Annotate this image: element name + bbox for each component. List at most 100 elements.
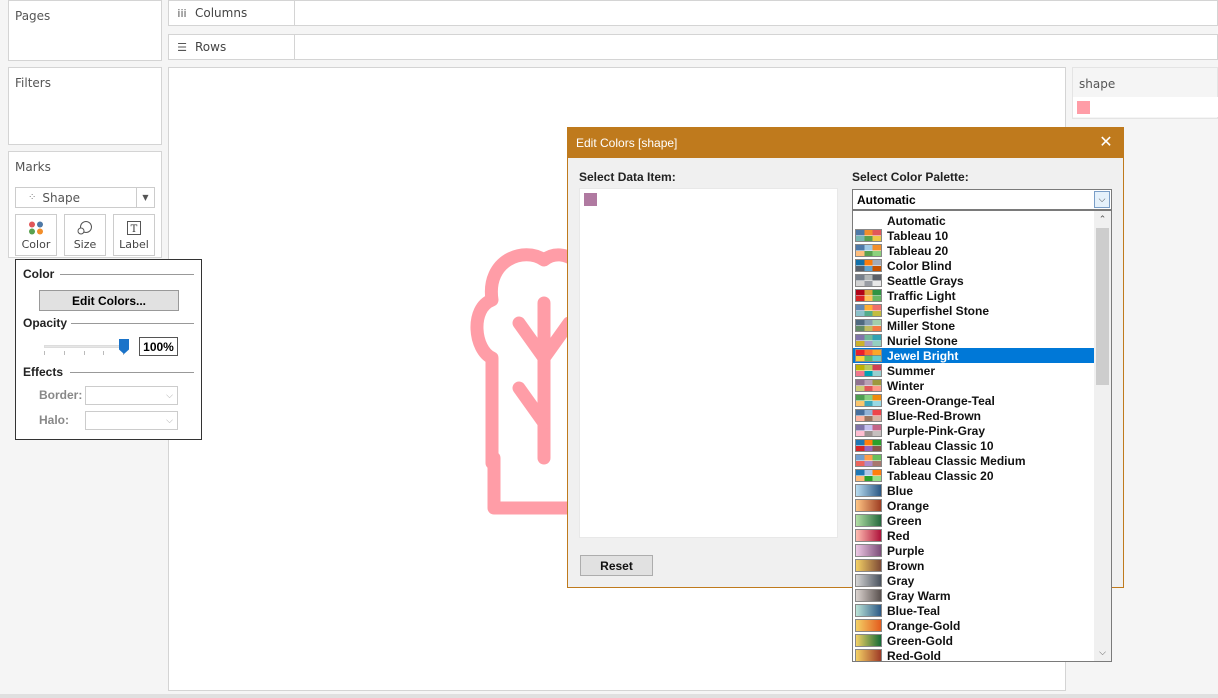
columns-label: Columns [195, 6, 248, 20]
scroll-down-icon[interactable]: ⌵ [1094, 644, 1111, 661]
opacity-slider-track[interactable] [44, 345, 124, 348]
marks-card: Marks ⁘ Shape ▼ Color Size T Label [8, 151, 162, 258]
palette-option-label: Purple-Pink-Gray [887, 424, 986, 438]
data-item-list[interactable] [579, 188, 838, 538]
palette-option-label: Seattle Grays [887, 274, 964, 288]
palette-option[interactable]: Gray Warm [853, 588, 1095, 603]
opacity-value-field[interactable]: 100% [139, 337, 178, 356]
palette-swatch [855, 349, 882, 362]
data-item-label: Select Data Item: [579, 170, 676, 184]
palette-option-label: Tableau Classic 10 [887, 439, 994, 453]
palette-option-label: Tableau 20 [887, 244, 949, 258]
scrollbar-thumb[interactable] [1096, 228, 1109, 385]
palette-option[interactable]: Blue-Teal [853, 603, 1095, 618]
halo-select[interactable]: ⌵ [85, 411, 178, 430]
palette-option[interactable]: Green [853, 513, 1095, 528]
palette-option[interactable]: Seattle Grays [853, 273, 1095, 288]
palette-option[interactable]: Superfishel Stone [853, 303, 1095, 318]
palette-option[interactable]: Tableau 20 [853, 243, 1095, 258]
palette-dropdown-list[interactable]: Automatic Tableau 10 Tableau 20 Color Blind… [852, 210, 1112, 662]
palette-option[interactable]: Winter [853, 378, 1095, 393]
palette-option-label: Green [887, 514, 922, 528]
palette-option-label: Red [887, 529, 910, 543]
size-mark-label: Size [73, 238, 97, 251]
palette-option-label: Green-Gold [887, 634, 954, 648]
border-label: Border: [39, 388, 83, 402]
mark-type-dropdown[interactable]: ⁘ Shape ▼ [15, 187, 155, 208]
palette-option[interactable]: Automatic [853, 213, 1095, 228]
rows-shelf-label: ☰ Rows [169, 35, 295, 59]
pages-title: Pages [15, 9, 51, 23]
rows-label: Rows [195, 40, 227, 54]
columns-shelf[interactable]: iii Columns [168, 0, 1218, 26]
close-icon[interactable]: ✕ [1097, 133, 1115, 151]
palette-label: Select Color Palette: [852, 170, 969, 184]
palette-option[interactable]: Green-Gold [853, 633, 1095, 648]
palette-option[interactable]: Gray [853, 573, 1095, 588]
palette-option[interactable]: Miller Stone [853, 318, 1095, 333]
border-select[interactable]: ⌵ [85, 386, 178, 405]
palette-swatch [855, 469, 882, 482]
palette-swatch [855, 634, 882, 647]
size-mark-button[interactable]: Size [64, 214, 106, 256]
palette-option[interactable]: Tableau Classic 10 [853, 438, 1095, 453]
opacity-slider-ticks [44, 351, 124, 356]
data-item-swatch[interactable] [584, 193, 597, 206]
palette-option[interactable]: Nuriel Stone [853, 333, 1095, 348]
status-bar [0, 694, 1218, 698]
palette-option[interactable]: Brown [853, 558, 1095, 573]
palette-option-label: Jewel Bright [887, 349, 959, 363]
palette-option[interactable]: Tableau 10 [853, 228, 1095, 243]
legend-swatch [1077, 101, 1090, 114]
legend-title: shape [1079, 77, 1116, 91]
palette-swatch [855, 394, 882, 407]
palette-select[interactable]: Automatic ⌵ [852, 189, 1112, 210]
palette-option[interactable]: Red-Gold [853, 648, 1095, 661]
palette-option-label: Purple [887, 544, 925, 558]
palette-option[interactable]: Summer [853, 363, 1095, 378]
chevron-down-icon[interactable]: ▼ [136, 188, 154, 207]
label-mark-button[interactable]: T Label [113, 214, 155, 256]
legend-item[interactable] [1073, 97, 1218, 117]
palette-option[interactable]: Orange-Gold [853, 618, 1095, 633]
effects-heading: Effects [23, 365, 64, 379]
palette-option[interactable]: Red [853, 528, 1095, 543]
rows-shelf[interactable]: ☰ Rows [168, 34, 1218, 60]
palette-option[interactable]: Traffic Light [853, 288, 1095, 303]
palette-option[interactable]: Blue [853, 483, 1095, 498]
halo-label: Halo: [39, 413, 69, 427]
color-mark-button[interactable]: Color [15, 214, 57, 256]
palette-swatch [855, 259, 882, 272]
palette-swatch [855, 274, 882, 287]
palette-option[interactable]: Tableau Classic 20 [853, 468, 1095, 483]
palette-swatch [855, 319, 882, 332]
divider [71, 323, 194, 324]
scrollbar[interactable]: ⌃ ⌵ [1094, 211, 1111, 661]
edit-colors-button[interactable]: Edit Colors... [39, 290, 179, 311]
palette-option[interactable]: Green-Orange-Teal [853, 393, 1095, 408]
palette-option[interactable]: Blue-Red-Brown [853, 408, 1095, 423]
palette-swatch [855, 454, 882, 467]
palette-swatch [855, 424, 882, 437]
palette-select-value: Automatic [857, 193, 916, 207]
label-mark-label: Label [119, 238, 149, 251]
palette-option[interactable]: Purple-Pink-Gray [853, 423, 1095, 438]
mark-type-label: Shape [42, 190, 80, 205]
dialog-titlebar[interactable]: Edit Colors [shape] [568, 128, 1123, 158]
palette-swatch [855, 544, 882, 557]
palette-option[interactable]: Orange [853, 498, 1095, 513]
palette-swatch [855, 589, 882, 602]
palette-swatch [855, 244, 882, 257]
palette-option[interactable]: Jewel Bright [853, 348, 1095, 363]
chevron-down-icon[interactable]: ⌵ [1094, 191, 1110, 208]
palette-option[interactable]: Tableau Classic Medium [853, 453, 1095, 468]
columns-shelf-label: iii Columns [169, 1, 295, 25]
divider [70, 372, 194, 373]
palette-swatch [855, 514, 882, 527]
scroll-up-icon[interactable]: ⌃ [1094, 211, 1111, 228]
palette-option[interactable]: Color Blind [853, 258, 1095, 273]
palette-swatch [855, 229, 882, 242]
palette-option-label: Orange-Gold [887, 619, 961, 633]
palette-option[interactable]: Purple [853, 543, 1095, 558]
reset-button[interactable]: Reset [580, 555, 653, 576]
